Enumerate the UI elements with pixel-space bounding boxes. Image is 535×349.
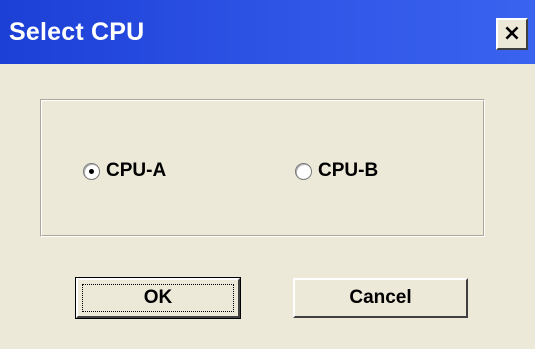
ok-button[interactable]: OK — [75, 277, 241, 319]
radio-indicator-cpu-a — [83, 162, 100, 180]
title-bar[interactable]: Select CPU × — [0, 0, 535, 64]
radio-cpu-a[interactable]: CPU-A — [83, 160, 166, 182]
cancel-button[interactable]: Cancel — [293, 278, 468, 318]
radio-label-cpu-a: CPU-A — [106, 160, 167, 181]
cancel-button-label: Cancel — [349, 287, 412, 308]
close-button[interactable]: × — [496, 18, 528, 50]
window-title: Select CPU — [9, 18, 145, 46]
radio-cpu-b[interactable]: CPU-B — [295, 160, 378, 182]
radio-label-cpu-b: CPU-B — [318, 160, 379, 181]
close-icon: × — [502, 20, 522, 46]
focus-rectangle — [82, 284, 234, 312]
select-cpu-dialog: Select CPU × CPU-A CPU-B OK Cancel — [0, 0, 535, 349]
radio-indicator-cpu-b — [295, 162, 312, 180]
radio-selected-dot — [89, 168, 94, 174]
